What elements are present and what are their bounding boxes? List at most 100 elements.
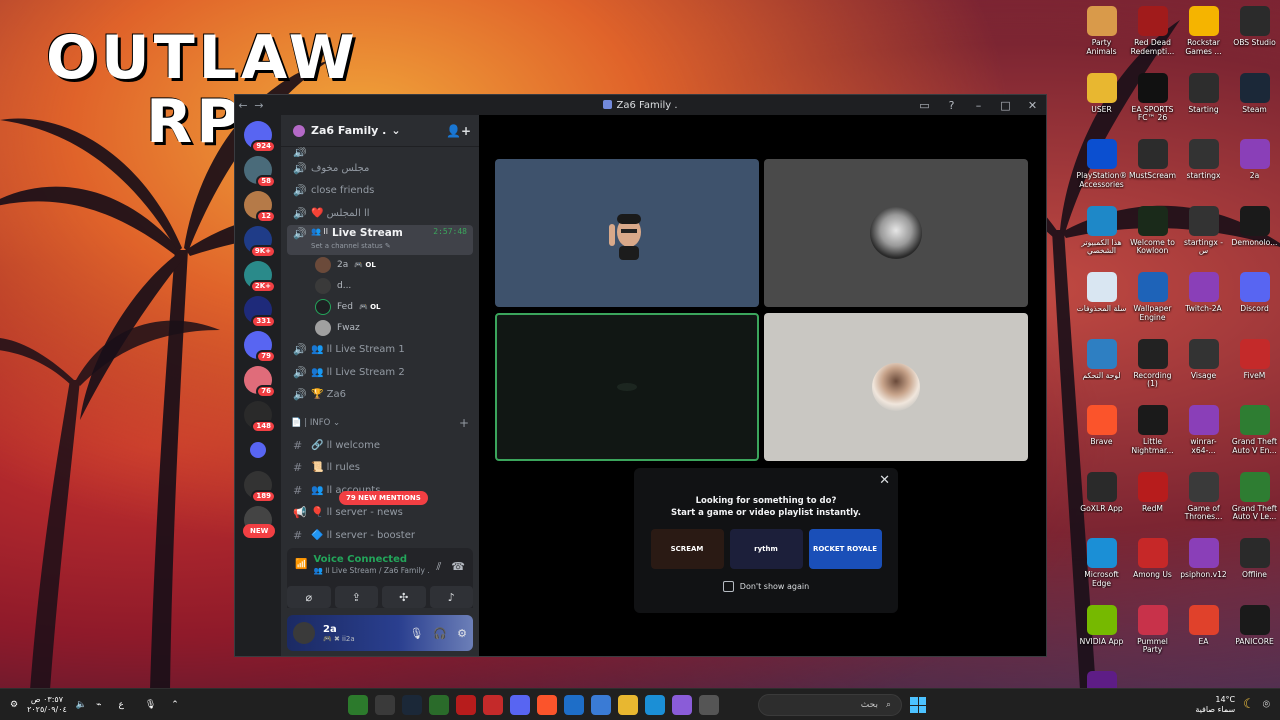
desktop-icon[interactable]: GoXLR App bbox=[1076, 468, 1127, 535]
channel-item-live-stream[interactable]: 🔊 👥 اا Live Stream 2:57:48 Set a channel… bbox=[287, 224, 473, 255]
settings-gear-icon[interactable]: ⚙ bbox=[10, 700, 18, 710]
xbox-icon[interactable] bbox=[429, 694, 449, 715]
volume-icon[interactable]: 🔈 bbox=[76, 700, 87, 710]
weather-widget[interactable]: 14°C سماء صافية ☾ ⌾ bbox=[1195, 695, 1270, 714]
desktop-icon[interactable]: Among Us bbox=[1127, 534, 1178, 601]
help-icon[interactable]: ? bbox=[938, 99, 965, 112]
gear-icon[interactable]: ⚙ bbox=[457, 627, 467, 640]
desktop-icon[interactable]: NVIDIA App bbox=[1076, 601, 1127, 668]
headphones-icon[interactable]: 🎧 bbox=[433, 627, 447, 640]
desktop-icon[interactable]: Party Animals bbox=[1076, 2, 1127, 69]
search-box[interactable]: بحث ⌕ bbox=[758, 694, 902, 716]
desktop-icon[interactable]: Red Dead Redempti... bbox=[1127, 2, 1178, 69]
desktop-icon[interactable]: 2a bbox=[1229, 135, 1280, 202]
steam-icon[interactable] bbox=[402, 694, 422, 715]
new-pill[interactable]: NEW bbox=[243, 524, 276, 538]
add-member-icon[interactable]: 👤+ bbox=[446, 124, 471, 138]
desktop-icon[interactable]: psiphon.v12 bbox=[1178, 534, 1229, 601]
copilot-icon[interactable] bbox=[672, 694, 692, 715]
obs-icon[interactable] bbox=[375, 694, 395, 715]
avatar[interactable] bbox=[293, 622, 315, 644]
desktop-icon[interactable]: Grand Theft Auto V En... bbox=[1229, 401, 1280, 468]
text-channel-item[interactable]: # 🔗 اا welcome bbox=[287, 434, 473, 457]
desktop-icon[interactable]: Wallpaper Engine bbox=[1127, 268, 1178, 335]
window-icon[interactable] bbox=[699, 694, 719, 715]
activity-card[interactable]: ROCKET ROYALE bbox=[808, 528, 882, 569]
desktop-icon[interactable]: startingx - س bbox=[1178, 202, 1229, 269]
desktop-icon[interactable]: USER bbox=[1076, 69, 1127, 136]
channel-item[interactable]: 🔊 🏆 Za6 bbox=[287, 384, 473, 407]
text-channel-item[interactable]: # 📜 اا rules bbox=[287, 457, 473, 480]
voice-user[interactable]: d... bbox=[287, 276, 473, 297]
server-header[interactable]: Za6 Family . ⌄ 👤+ bbox=[281, 115, 479, 147]
activity-card[interactable]: SCREAM bbox=[650, 528, 724, 569]
copilot-icon[interactable]: ⌾ bbox=[1263, 697, 1270, 711]
desktop-icon[interactable]: winrar-x64-... bbox=[1178, 401, 1229, 468]
server-icon[interactable]: 58 bbox=[244, 156, 276, 188]
desktop-icon[interactable]: startingx bbox=[1178, 135, 1229, 202]
redm-icon[interactable] bbox=[456, 694, 476, 715]
desktop-icon[interactable]: Welcome to Kowloon bbox=[1127, 202, 1178, 269]
voice-user[interactable]: Fed 🎮 OL bbox=[287, 297, 473, 318]
server-icon[interactable]: 148 bbox=[244, 401, 276, 433]
desktop-icon[interactable]: OBS Studio bbox=[1229, 2, 1280, 69]
server-icon[interactable]: 189 bbox=[244, 471, 276, 503]
soundboard-button[interactable]: ♪ bbox=[429, 586, 473, 608]
desktop-icon[interactable]: Visage bbox=[1178, 335, 1229, 402]
ms-store-icon[interactable] bbox=[591, 694, 611, 715]
desktop-icon[interactable]: Recording (1) bbox=[1127, 335, 1178, 402]
channel-item[interactable]: 🔊 👥 اا Live Stream 2 bbox=[287, 361, 473, 384]
minimize-button[interactable]: – bbox=[965, 99, 992, 112]
voice-user[interactable]: Fwaz bbox=[287, 318, 473, 339]
inbox-icon[interactable]: ▭ bbox=[911, 99, 938, 112]
desktop-icon[interactable]: Discord bbox=[1229, 268, 1280, 335]
desktop-icon[interactable]: PlayStation® Accessories bbox=[1076, 135, 1127, 202]
dont-show-again[interactable]: Don't show again bbox=[634, 580, 898, 592]
brave-icon[interactable] bbox=[537, 694, 557, 715]
video-tile-user-3[interactable] bbox=[495, 313, 759, 461]
mic-tray-icon[interactable]: 🎙 bbox=[145, 700, 156, 710]
channel-item-partial[interactable]: 🔊 bbox=[287, 147, 473, 157]
network-icon[interactable]: ⌁ bbox=[96, 700, 101, 710]
noise-suppression-icon[interactable]: ⫽ bbox=[436, 560, 441, 574]
server-icon[interactable]: 2K+ bbox=[244, 261, 276, 293]
desktop-icon[interactable]: Demonolo... bbox=[1229, 202, 1280, 269]
add-channel-icon[interactable]: + bbox=[459, 416, 469, 430]
server-icon[interactable]: 9K+ bbox=[244, 226, 276, 258]
discord-icon[interactable] bbox=[510, 694, 530, 715]
new-mentions-pill[interactable]: 79 NEW MENTIONS bbox=[339, 491, 428, 505]
store-icon[interactable] bbox=[348, 694, 368, 715]
desktop-icon[interactable]: Starting bbox=[1178, 69, 1229, 136]
desktop-icon[interactable]: RedM bbox=[1127, 468, 1178, 535]
fivem-icon[interactable] bbox=[483, 694, 503, 715]
video-tile-user-4[interactable] bbox=[764, 313, 1028, 461]
desktop-icon[interactable]: هذا الكمبيوتر الشخصي bbox=[1076, 202, 1127, 269]
server-icon[interactable]: 12 bbox=[244, 191, 276, 223]
channel-item[interactable]: 🔊 مجلس مخوف bbox=[287, 157, 473, 180]
desktop-icon[interactable]: Little Nightmar... bbox=[1127, 401, 1178, 468]
desktop-icon[interactable]: Grand Theft Auto V Le... bbox=[1229, 468, 1280, 535]
desktop-icon[interactable]: Microsoft Edge bbox=[1076, 534, 1127, 601]
text-channel-item[interactable]: # 🔷 اا server - booster bbox=[287, 524, 473, 542]
maximize-button[interactable]: □ bbox=[992, 99, 1019, 112]
close-icon[interactable]: ✕ bbox=[879, 473, 890, 488]
desktop-icon[interactable]: سلة المحذوفات bbox=[1076, 268, 1127, 335]
desktop-icon[interactable]: Pummel Party bbox=[1127, 601, 1178, 668]
category-info[interactable]: 📄 | INFO ⌄ + bbox=[287, 412, 473, 434]
server-icon[interactable]: 924 bbox=[244, 121, 276, 153]
desktop-icon[interactable]: EA bbox=[1178, 601, 1229, 668]
chevron-up-icon[interactable]: ⌃ bbox=[171, 700, 179, 710]
clock[interactable]: ٠٣:٥٧ ص ٢٠٢٥/٠٩/٠٤ bbox=[27, 695, 67, 714]
microphone-icon[interactable]: 🎙 bbox=[409, 627, 423, 640]
activities-button[interactable]: ✣ bbox=[382, 586, 426, 608]
video-tile-user-1[interactable] bbox=[495, 159, 759, 307]
server-icon[interactable]: 76 bbox=[244, 366, 276, 398]
desktop-icon[interactable]: Steam bbox=[1229, 69, 1280, 136]
mail-icon[interactable] bbox=[564, 694, 584, 715]
desktop-icon[interactable]: PANICORE bbox=[1229, 601, 1280, 668]
channel-item[interactable]: 🔊 close friends bbox=[287, 180, 473, 203]
close-button[interactable]: ✕ bbox=[1019, 99, 1046, 112]
username[interactable]: 2a bbox=[323, 624, 355, 635]
camera-off-button[interactable]: ⌀ bbox=[287, 586, 331, 608]
channel-status[interactable]: Set a channel status ✎ bbox=[293, 242, 473, 250]
